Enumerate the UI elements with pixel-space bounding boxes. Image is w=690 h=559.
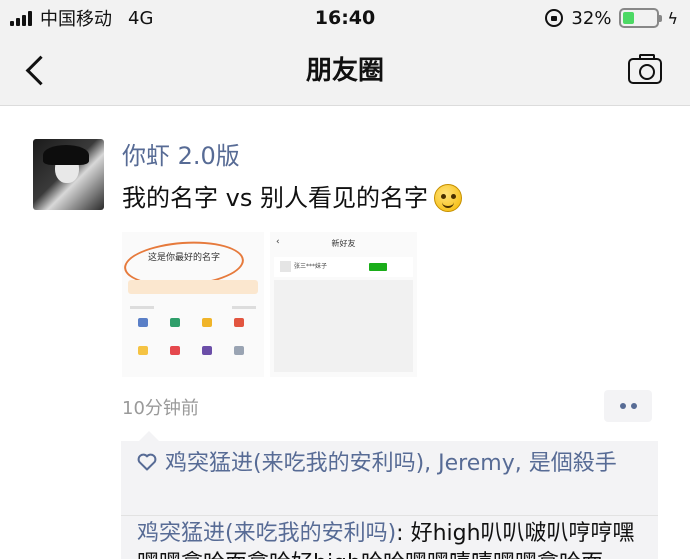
thumb1-line: [232, 306, 256, 309]
thumb2-avatar: [280, 261, 291, 272]
grid-app-icon: [138, 318, 148, 327]
divider: [121, 515, 658, 516]
post-image-2[interactable]: ‹ 新好友 张三***妹子: [270, 232, 417, 377]
comment-author[interactable]: 鸡突猛进(来吃我的安利吗): [137, 521, 396, 546]
grid-app-icon: [170, 318, 180, 327]
post-content: 我的名字 vs 别人看见的名字: [122, 181, 462, 215]
comment-item[interactable]: 鸡突猛进(来吃我的安利吗): 好high叭叭啵叭哼哼嘿嘿嘿拿哈面拿哈好high哈…: [137, 519, 652, 559]
thumb2-name: 张三***妹子: [294, 263, 328, 270]
thumb2-panel: [274, 280, 413, 372]
thumb1-line: [130, 306, 154, 309]
status-right: 32% ϟ: [545, 6, 678, 30]
grid-app-icon: [202, 346, 212, 355]
battery-percent: 32%: [571, 7, 612, 29]
likes-text: 鸡突猛进(来吃我的安利吗), Jeremy, 是個殺手: [165, 451, 617, 476]
moment-post: 你虾 2.0版 我的名字 vs 别人看见的名字 这是你最好的名字 ‹ 新好友 张…: [0, 107, 690, 559]
grid-app-icon: [202, 318, 212, 327]
post-text: 我的名字 vs 别人看见的名字: [122, 184, 428, 212]
rotation-lock-icon: [545, 9, 564, 27]
post-time: 10分钟前: [122, 398, 199, 419]
likes-comments-area: 鸡突猛进(来吃我的安利吗), Jeremy, 是個殺手 鸡突猛进(来吃我的安利吗…: [121, 431, 658, 559]
charging-icon: ϟ: [667, 8, 678, 28]
battery-icon: [619, 8, 663, 28]
page-title: 朋友圈: [305, 56, 384, 86]
nav-bar: 朋友圈: [0, 36, 690, 106]
grid-app-icon: [138, 346, 148, 355]
grid-app-icon: [234, 346, 244, 355]
camera-icon[interactable]: [628, 54, 662, 84]
avatar[interactable]: [33, 139, 104, 210]
grid-app-icon: [234, 318, 244, 327]
heart-icon: [137, 450, 157, 471]
thumb1-text: 这是你最好的名字: [148, 253, 221, 263]
likes-list[interactable]: 鸡突猛进(来吃我的安利吗), Jeremy, 是個殺手: [137, 449, 647, 479]
thumb2-friend-row: 张三***妹子: [274, 257, 413, 277]
thumb2-title: 新好友: [331, 239, 356, 248]
post-image-1[interactable]: 这是你最好的名字: [122, 232, 264, 377]
post-username[interactable]: 你虾 2.0版: [122, 139, 240, 173]
status-bar: 中国移动 4G 16:40 32% ϟ: [0, 0, 690, 36]
smile-emoji-icon: [433, 184, 462, 212]
grid-app-icon: [170, 346, 180, 355]
thumb1-banner: [128, 280, 258, 294]
thumb2-accept-button: [369, 263, 387, 271]
more-actions-button[interactable]: [604, 390, 652, 422]
